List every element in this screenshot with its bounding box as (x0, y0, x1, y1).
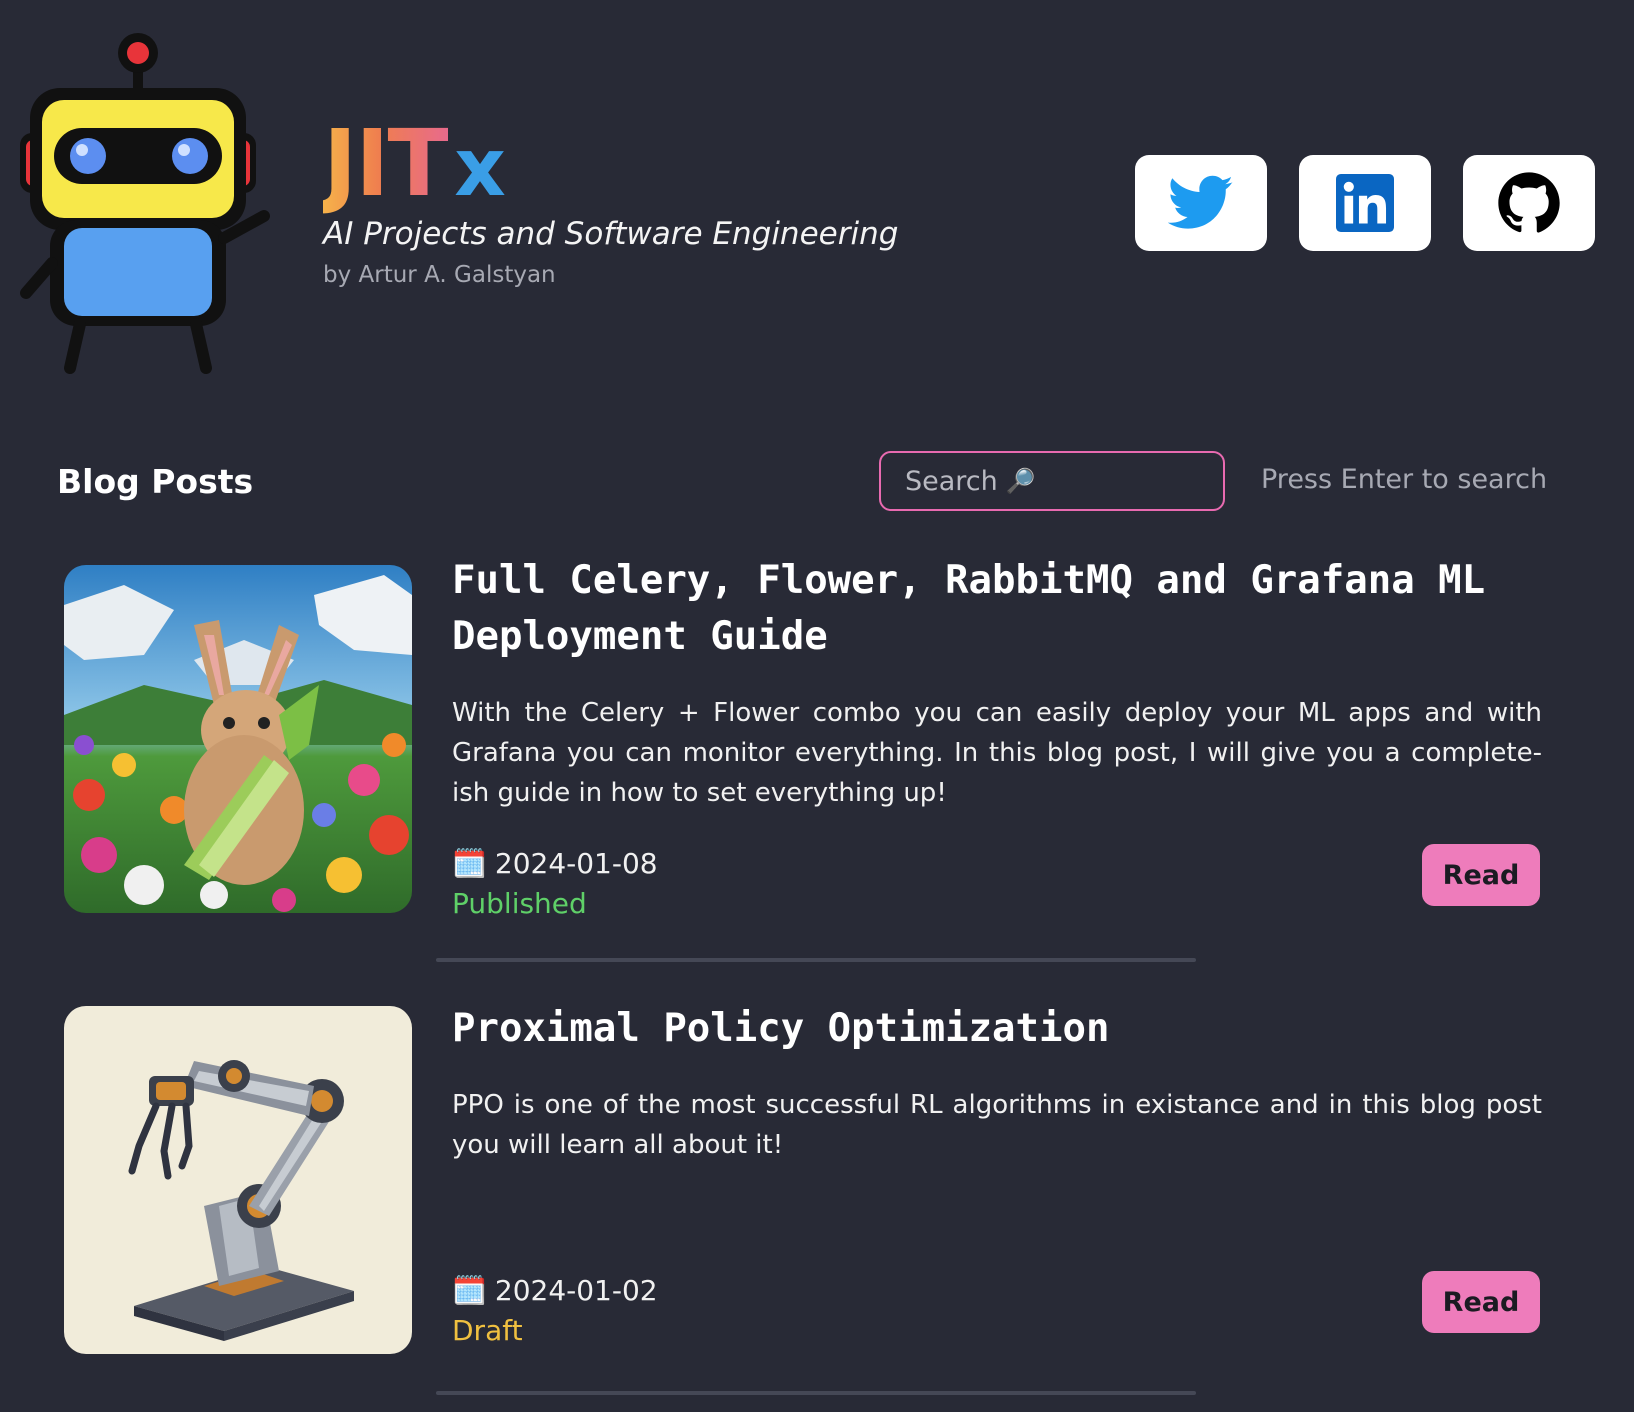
robot-arm-thumbnail-image (64, 1006, 412, 1354)
post-date: 🗓️ 2024-01-08 (452, 847, 658, 880)
post-excerpt: PPO is one of the most successful RL alg… (452, 1090, 1542, 1160)
page: JITx AI Projects and Software Engineerin… (0, 0, 1634, 1412)
search-hint: Press Enter to search (1261, 464, 1548, 495)
post-title[interactable]: Full Celery, Flower, RabbitMQ and Grafan… (452, 553, 1542, 665)
github-button[interactable] (1463, 155, 1595, 251)
linkedin-button[interactable] (1299, 155, 1431, 251)
post-excerpt: With the Celery + Flower combo you can e… (452, 698, 1542, 808)
post-divider (436, 958, 1196, 962)
linkedin-icon (1336, 174, 1394, 232)
post-date-value: 2024-01-02 (494, 1274, 658, 1307)
brand-author: by Artur A. Galstyan (323, 262, 556, 288)
post-date: 🗓️ 2024-01-02 (452, 1274, 658, 1307)
post-title[interactable]: Proximal Policy Optimization (452, 1001, 1542, 1057)
brand: JITx AI Projects and Software Engineerin… (323, 118, 899, 289)
post-date-value: 2024-01-08 (494, 847, 658, 880)
brand-title[interactable]: JITx (323, 118, 898, 210)
read-button[interactable]: Read (1422, 844, 1540, 906)
post-card: Proximal Policy Optimization PPO is one … (64, 1006, 1544, 1376)
post-body: Proximal Policy Optimization PPO is one … (452, 1006, 1542, 1376)
robot-logo[interactable] (18, 28, 288, 380)
post-thumbnail[interactable] (64, 565, 412, 913)
post-status-badge: Published (452, 887, 587, 920)
post-body: Full Celery, Flower, RabbitMQ and Grafan… (452, 558, 1542, 935)
calendar-icon: 🗓️ (452, 1274, 487, 1307)
search-input[interactable]: Search 🔎 (879, 451, 1225, 511)
github-icon (1498, 172, 1560, 233)
read-button[interactable]: Read (1422, 1271, 1540, 1333)
calendar-icon: 🗓️ (452, 847, 487, 880)
twitter-button[interactable] (1135, 155, 1267, 251)
post-card: Full Celery, Flower, RabbitMQ and Grafan… (64, 558, 1544, 935)
brand-title-x: x (454, 121, 506, 214)
post-thumbnail[interactable] (64, 1006, 412, 1354)
magnifier-icon: 🔎 (1005, 467, 1036, 495)
brand-title-jit: JIT (323, 110, 450, 217)
post-status-badge: Draft (452, 1314, 523, 1347)
rabbit-thumbnail-image (64, 565, 412, 913)
blog-posts-heading: Blog Posts (57, 462, 254, 501)
twitter-icon (1168, 175, 1233, 229)
search-placeholder: Search (905, 465, 998, 497)
brand-tagline: AI Projects and Software Engineering (323, 216, 899, 252)
social-links (1135, 155, 1595, 251)
post-divider (436, 1391, 1196, 1395)
